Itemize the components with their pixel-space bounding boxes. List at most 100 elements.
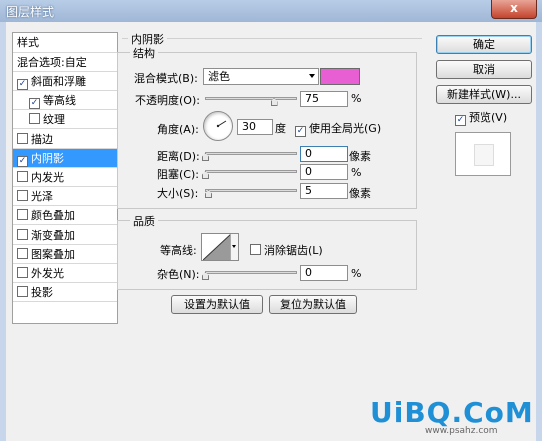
ok-button[interactable]: 确定 xyxy=(436,35,532,54)
contour-dropdown[interactable] xyxy=(230,234,238,260)
noise-label: 杂色(N): xyxy=(157,268,200,281)
opacity-unit: % xyxy=(351,92,362,105)
title-bar: 图层样式 x xyxy=(0,0,542,23)
contour-label: 等高线: xyxy=(160,244,197,257)
checkbox-icon[interactable]: ✓ xyxy=(29,98,40,110)
sidebar-item-5[interactable]: 内发光 xyxy=(13,168,117,187)
panel-title-rule xyxy=(122,38,422,39)
checkbox-icon: ✓ xyxy=(295,126,306,137)
sidebar-item-label: 描边 xyxy=(31,132,53,146)
sidebar-item-0[interactable]: ✓ 斜面和浮雕 xyxy=(13,72,117,91)
window-title: 图层样式 xyxy=(6,5,55,19)
choke-unit: % xyxy=(351,166,362,179)
size-slider-track[interactable] xyxy=(205,189,297,192)
sidebar-item-4[interactable]: ✓ 内阴影 xyxy=(13,148,117,168)
sidebar-item-label: 图案叠加 xyxy=(31,247,75,261)
noise-slider-track[interactable] xyxy=(205,271,297,274)
preview-thumbnail xyxy=(455,132,511,176)
close-icon: x xyxy=(510,1,518,15)
sidebar-item-8[interactable]: 渐变叠加 xyxy=(13,226,117,245)
window-frame-right xyxy=(536,22,542,441)
angle-unit: 度 xyxy=(275,122,286,135)
opacity-label: 不透明度(O): xyxy=(135,94,200,107)
checkbox-icon[interactable] xyxy=(17,132,28,144)
new-style-button[interactable]: 新建样式(W)... xyxy=(436,85,532,104)
noise-field[interactable]: 0 xyxy=(300,265,348,281)
checkbox-icon[interactable] xyxy=(17,171,28,182)
chevron-down-icon xyxy=(232,245,236,248)
angle-label: 角度(A): xyxy=(157,123,199,136)
contour-picker[interactable] xyxy=(201,233,239,261)
blend-color-swatch[interactable] xyxy=(320,68,360,85)
checkbox-icon[interactable] xyxy=(29,113,40,125)
distance-slider-track[interactable] xyxy=(205,152,297,155)
sidebar-item-label: 纹理 xyxy=(43,113,65,127)
sidebar-item-label: 内阴影 xyxy=(31,151,64,165)
contour-linear-icon xyxy=(203,234,231,260)
sidebar-item-6[interactable]: 光泽 xyxy=(13,187,117,207)
blend-options-label: 混合选项:自定 xyxy=(17,56,87,69)
choke-slider-track[interactable] xyxy=(205,170,297,173)
reset-default-button[interactable]: 复位为默认值 xyxy=(269,295,357,314)
cancel-button[interactable]: 取消 xyxy=(436,60,532,79)
sidebar-item-9[interactable]: 图案叠加 xyxy=(13,245,117,264)
watermark-logo: UiBQ.CoM xyxy=(370,396,534,429)
sidebar-item-label: 内发光 xyxy=(31,171,64,184)
blend-mode-label: 混合模式(B): xyxy=(134,72,198,85)
set-default-button[interactable]: 设置为默认值 xyxy=(171,295,263,314)
global-light-checkbox[interactable]: ✓ 使用全局光(G) xyxy=(295,120,381,137)
sidebar-item-label: 等高线 xyxy=(43,94,76,108)
sidebar-item-7[interactable]: 颜色叠加 xyxy=(13,206,117,226)
blend-mode-select[interactable]: 滤色 xyxy=(203,68,319,85)
angle-dial[interactable] xyxy=(203,111,233,141)
sidebar-header[interactable]: 样式 xyxy=(13,33,117,53)
checkbox-icon[interactable] xyxy=(17,228,28,240)
styles-sidebar: 样式 混合选项:自定 ✓ 斜面和浮雕 ✓ 等高线 纹理 描边 ✓ 内阴影 内发光 光泽 颜色叠加 渐变… xyxy=(12,32,118,324)
sidebar-item-label: 外发光 xyxy=(31,267,64,280)
noise-unit: % xyxy=(351,267,362,280)
sidebar-item-11[interactable]: 投影 xyxy=(13,283,117,303)
size-unit: 像素 xyxy=(349,187,371,200)
checkbox-icon[interactable] xyxy=(17,286,28,298)
structure-title: 结构 xyxy=(130,45,158,61)
anti-alias-checkbox[interactable]: 消除锯齿(L) xyxy=(250,242,323,258)
sidebar-header-label: 样式 xyxy=(17,36,39,49)
sidebar-item-10[interactable]: 外发光 xyxy=(13,264,117,283)
checkbox-icon[interactable] xyxy=(17,190,28,202)
preview-swatch xyxy=(474,144,494,166)
size-field[interactable]: 5 xyxy=(300,183,348,199)
opacity-field[interactable]: 75 xyxy=(300,91,348,107)
opacity-slider-track[interactable] xyxy=(205,97,297,100)
checkbox-icon[interactable]: ✓ xyxy=(17,79,28,90)
sidebar-item-blend-options[interactable]: 混合选项:自定 xyxy=(13,53,117,72)
sidebar-item-label: 光泽 xyxy=(31,190,53,204)
sidebar-item-label: 渐变叠加 xyxy=(31,228,75,242)
angle-field[interactable]: 30 xyxy=(237,119,273,135)
distance-unit: 像素 xyxy=(349,150,371,163)
choke-label: 阻塞(C): xyxy=(157,168,199,181)
sidebar-item-1[interactable]: ✓ 等高线 xyxy=(13,91,117,111)
checkbox-icon[interactable]: ✓ xyxy=(17,155,28,167)
sidebar-item-label: 斜面和浮雕 xyxy=(31,75,86,88)
checkbox-icon[interactable] xyxy=(17,267,28,278)
distance-label: 距离(D): xyxy=(157,150,200,163)
preview-label: 预览(V) xyxy=(469,111,508,124)
angle-needle-icon xyxy=(216,120,227,128)
checkbox-icon: ✓ xyxy=(455,115,466,126)
distance-field[interactable]: 0 xyxy=(300,146,348,162)
size-label: 大小(S): xyxy=(157,187,199,200)
quality-title: 品质 xyxy=(130,213,158,229)
close-button[interactable]: x xyxy=(491,0,537,19)
sidebar-item-3[interactable]: 描边 xyxy=(13,130,117,149)
preview-checkbox[interactable]: ✓ 预览(V) xyxy=(455,109,507,126)
choke-field[interactable]: 0 xyxy=(300,164,348,180)
sidebar-item-label: 投影 xyxy=(31,286,53,300)
checkbox-icon xyxy=(250,244,261,255)
sidebar-item-2[interactable]: 纹理 xyxy=(13,110,117,130)
global-light-label: 使用全局光(G) xyxy=(309,122,382,135)
watermark-url: www.psahz.com xyxy=(425,426,498,436)
checkbox-icon[interactable] xyxy=(17,209,28,221)
chevron-down-icon xyxy=(309,74,315,78)
checkbox-icon[interactable] xyxy=(17,247,28,259)
sidebar-item-label: 颜色叠加 xyxy=(31,209,75,223)
